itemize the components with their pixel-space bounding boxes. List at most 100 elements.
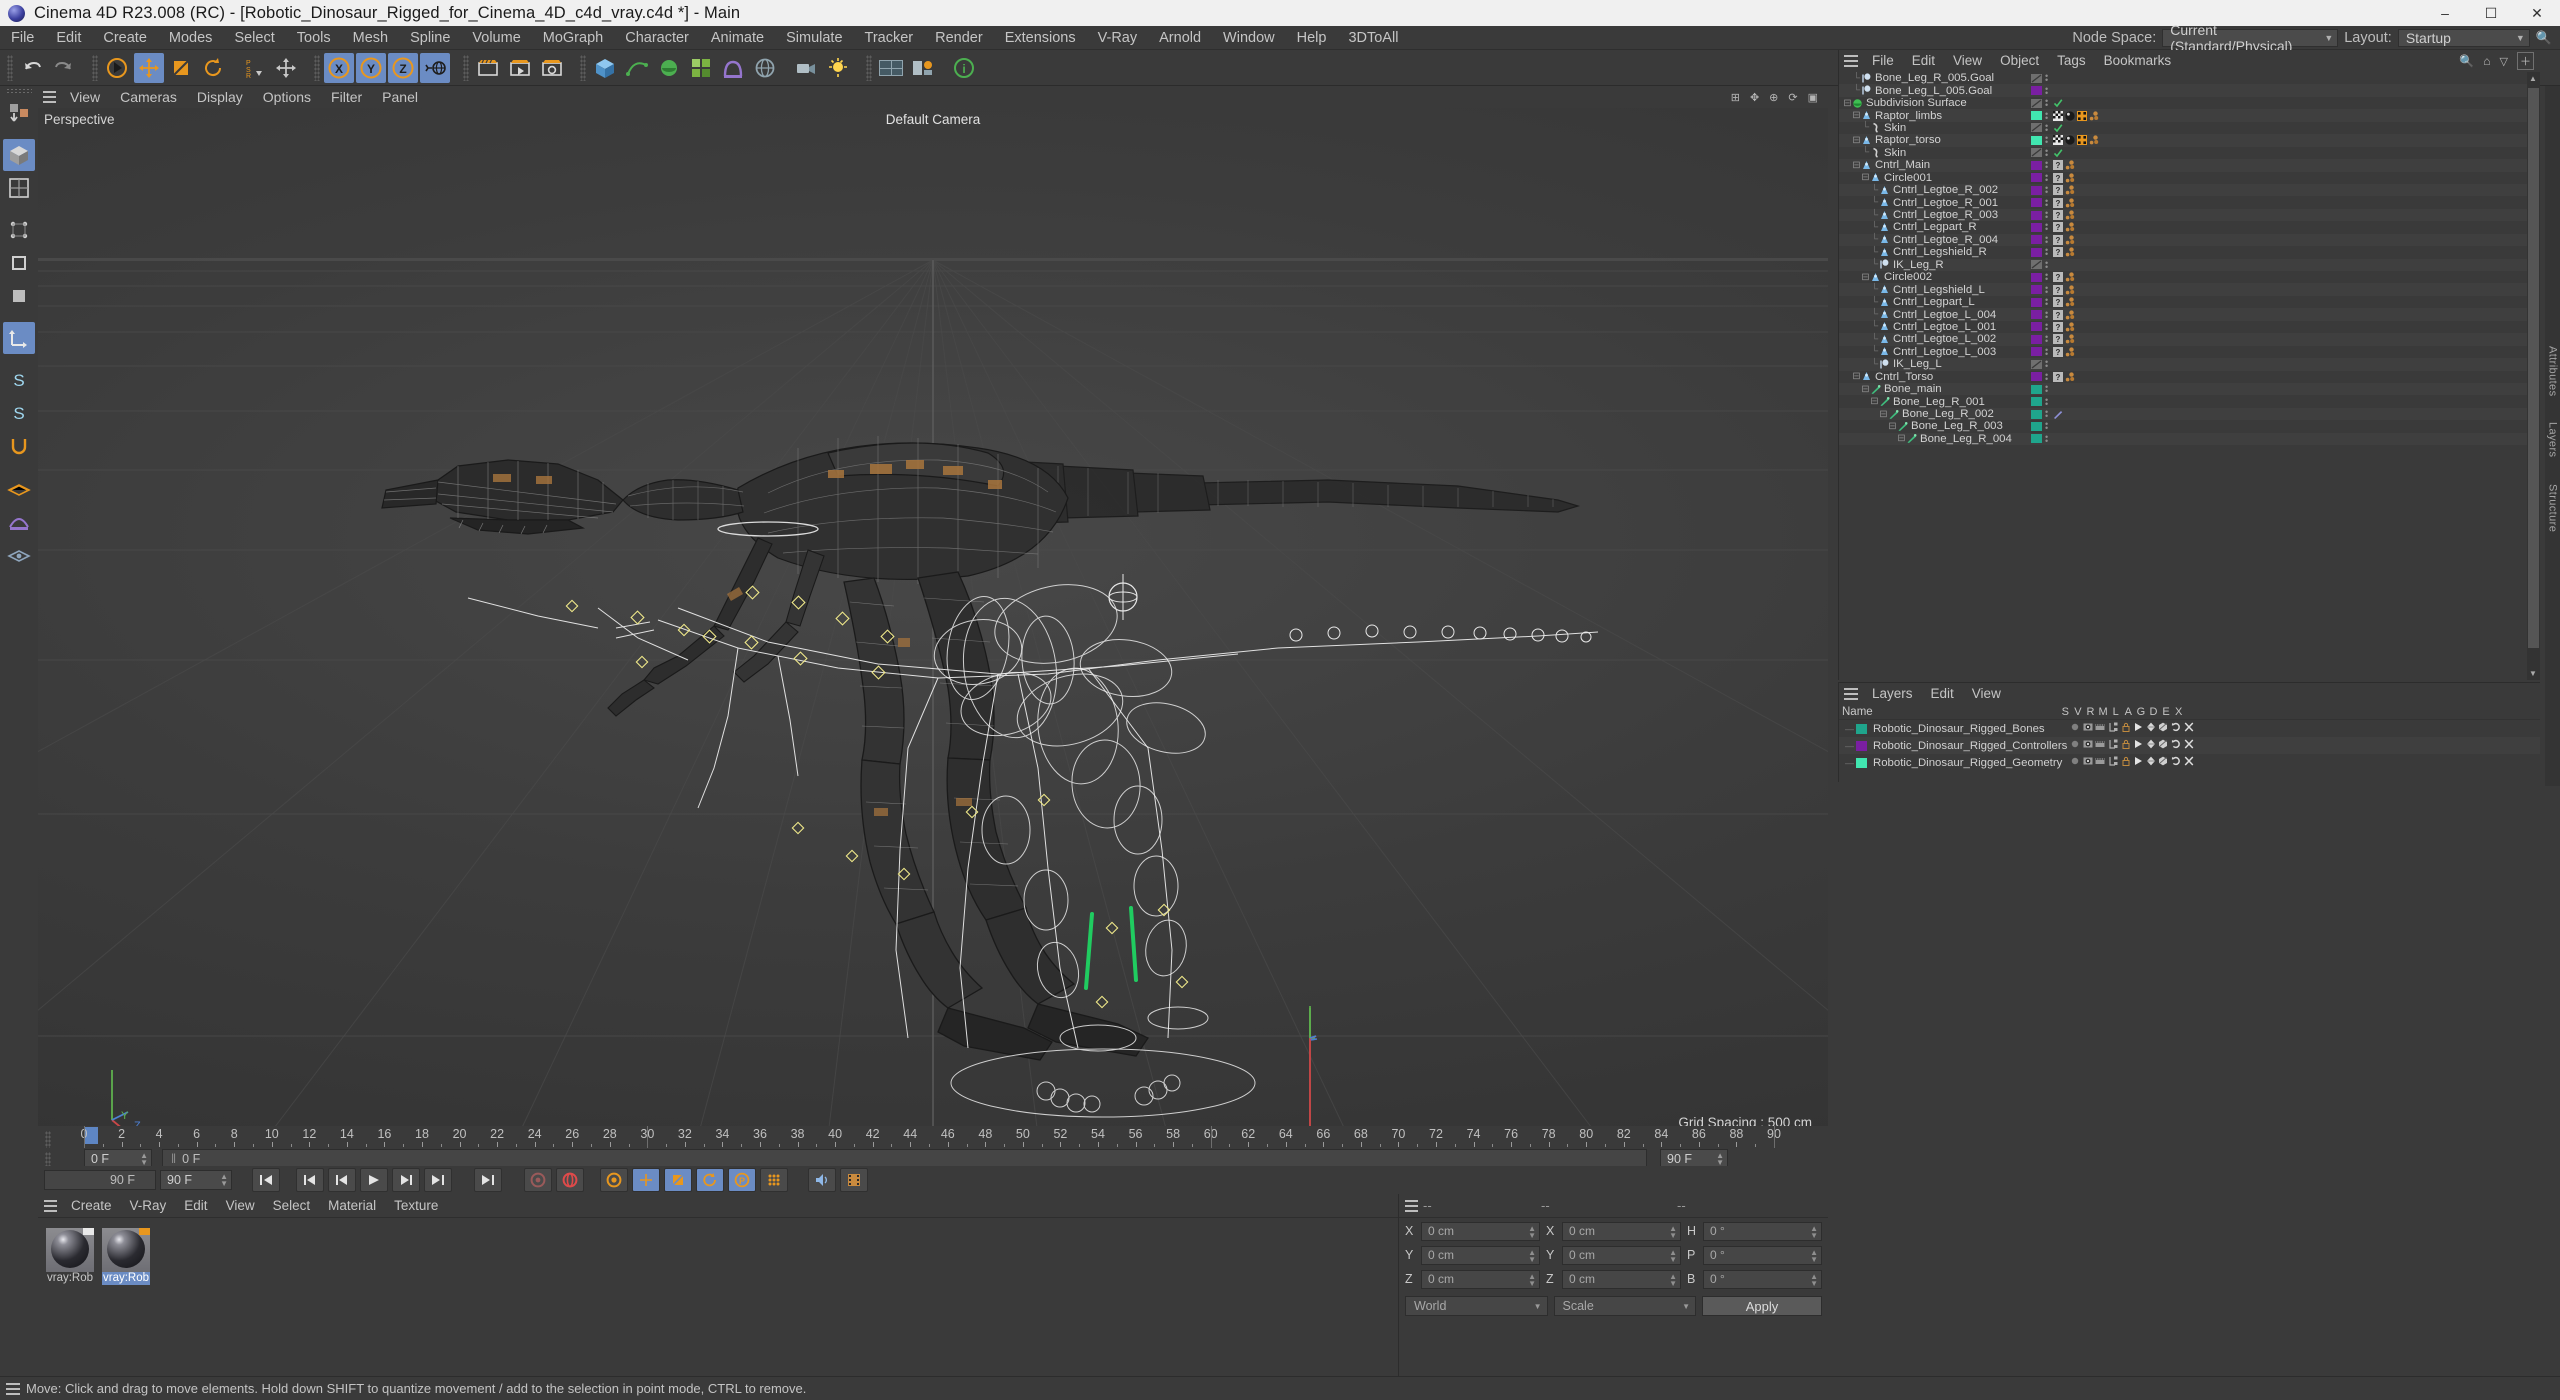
- key-scale-button[interactable]: [664, 1168, 692, 1192]
- object-row[interactable]: ⊟ Raptor_torso • •: [1839, 134, 2527, 147]
- tag-phong[interactable]: [2065, 334, 2075, 344]
- tag-phong[interactable]: [2089, 135, 2099, 145]
- viewport-single-view-icon[interactable]: ⊞: [1731, 91, 1740, 104]
- object-visibility-dots[interactable]: • •: [2045, 296, 2048, 309]
- render-region-button[interactable]: [505, 53, 535, 83]
- close-button[interactable]: ✕: [2514, 0, 2560, 26]
- menu-item-render[interactable]: Render: [924, 26, 994, 50]
- object-visibility-dots[interactable]: • •: [2045, 333, 2048, 346]
- tag-ik[interactable]: [2053, 409, 2063, 420]
- object-layer-swatch[interactable]: [2031, 98, 2042, 108]
- right-tab-structure[interactable]: Structure: [2547, 484, 2559, 532]
- object-visibility-dots[interactable]: • •: [2045, 159, 2048, 172]
- object-row[interactable]: ⊟ Cntrl_Main • •?: [1839, 159, 2527, 172]
- object-layer-swatch[interactable]: [2031, 272, 2042, 282]
- object-visibility-dots[interactable]: • •: [2045, 146, 2048, 159]
- tree-expander-icon[interactable]: └: [1870, 197, 1879, 208]
- spinner-icon[interactable]: ▲ ▼: [1810, 1248, 1818, 1263]
- object-row[interactable]: ⊟ Bone_Leg_R_001 • •: [1839, 395, 2527, 408]
- object-layer-swatch[interactable]: [2031, 310, 2042, 320]
- layer-toggle-E[interactable]: [2170, 756, 2183, 769]
- node-space-dropdown[interactable]: Current (Standard/Physical) ▼: [2162, 22, 2339, 54]
- tree-expander-icon[interactable]: ⊟: [1852, 371, 1861, 382]
- tag-phong[interactable]: [2065, 322, 2075, 332]
- object-layer-swatch[interactable]: [2031, 222, 2042, 232]
- key-parameter-button[interactable]: P: [728, 1168, 756, 1192]
- object-row[interactable]: ⊟ Circle001 • •?: [1839, 171, 2527, 184]
- play-button[interactable]: [360, 1168, 388, 1192]
- layer-menu-layers[interactable]: Layers: [1863, 683, 1922, 705]
- rotation-p-input[interactable]: 0 ° ▲ ▼: [1703, 1245, 1822, 1265]
- psr-button[interactable]: PSR: [239, 53, 269, 83]
- object-visibility-dots[interactable]: • •: [2045, 383, 2048, 396]
- object-visibility-dots[interactable]: • •: [2045, 171, 2048, 184]
- layer-color-swatch[interactable]: [1856, 723, 1867, 734]
- tree-expander-icon[interactable]: ⊟: [1852, 110, 1861, 121]
- object-visibility-dots[interactable]: • •: [2045, 109, 2048, 122]
- right-tab-layers[interactable]: Layers: [2547, 422, 2559, 457]
- enable-axis-button[interactable]: S: [3, 397, 35, 429]
- tag-phong[interactable]: [2065, 210, 2075, 220]
- tag-phong[interactable]: [2065, 173, 2075, 183]
- object-visibility-dots[interactable]: • •: [2045, 97, 2048, 110]
- layer-toggle-L[interactable]: [2119, 722, 2132, 735]
- object-layer-swatch[interactable]: [2031, 384, 2042, 394]
- object-layer-swatch[interactable]: [2031, 421, 2042, 431]
- menu-item-edit[interactable]: Edit: [45, 26, 92, 50]
- undo-button[interactable]: [17, 53, 47, 83]
- toolbar-grip[interactable]: [580, 54, 586, 81]
- layer-toggle-G[interactable]: [2145, 722, 2158, 735]
- array-modeling-button[interactable]: [686, 53, 716, 83]
- tree-expander-icon[interactable]: ⊟: [1861, 172, 1870, 183]
- polygons-mode-button[interactable]: [3, 280, 35, 312]
- material-menu-icon[interactable]: [38, 1199, 62, 1212]
- timeline-ruler[interactable]: 0246810121416182022242628303234363840424…: [38, 1126, 1828, 1170]
- play-sound-button[interactable]: [808, 1168, 836, 1192]
- tag-mat-b[interactable]: [2065, 110, 2075, 121]
- viewport-rotate-icon[interactable]: ⟳: [1788, 91, 1797, 104]
- object-layer-swatch[interactable]: [2031, 322, 2042, 332]
- viewport-maximize-icon[interactable]: ▣: [1808, 91, 1818, 104]
- y-axis-lock-button[interactable]: Y: [356, 52, 386, 83]
- layer-toggle-V[interactable]: [2082, 722, 2095, 735]
- object-row[interactable]: └ IK_Leg_L • •: [1839, 358, 2527, 371]
- viewport-menu-cameras[interactable]: Cameras: [110, 86, 187, 108]
- object-tree-scrollbar[interactable]: ▲ ▼: [2527, 72, 2540, 680]
- object-row[interactable]: ⊟ Bone_Leg_R_004 • •: [1839, 432, 2527, 445]
- layer-toggle-G[interactable]: [2145, 739, 2158, 752]
- viewport-menu-options[interactable]: Options: [253, 86, 321, 108]
- tag-phong[interactable]: [2065, 197, 2075, 208]
- viewport-menu-icon[interactable]: [38, 91, 60, 103]
- live-selection-button[interactable]: [102, 53, 132, 83]
- tree-expander-icon[interactable]: └: [1852, 85, 1861, 96]
- timeline-filmstrip-button[interactable]: [840, 1168, 868, 1192]
- object-visibility-dots[interactable]: • •: [2045, 134, 2048, 147]
- menu-item-3dtoall[interactable]: 3DToAll: [1337, 26, 1409, 50]
- object-layer-swatch[interactable]: [2031, 247, 2042, 257]
- object-layer-swatch[interactable]: [2031, 334, 2042, 344]
- object-layer-swatch[interactable]: [2031, 185, 2042, 195]
- menu-item-file[interactable]: File: [0, 26, 45, 50]
- menu-item-mesh[interactable]: Mesh: [342, 26, 399, 50]
- tag-question[interactable]: ?: [2053, 197, 2063, 208]
- object-row[interactable]: ⊟ Bone_main • •: [1839, 383, 2527, 396]
- layer-toggle-V[interactable]: [2082, 756, 2095, 769]
- tree-expander-icon[interactable]: ⊟: [1852, 160, 1861, 171]
- material-menu-v-ray[interactable]: V-Ray: [121, 1194, 176, 1218]
- object-row[interactable]: ⊟ Bone_Leg_R_002 • •: [1839, 408, 2527, 421]
- menu-item-modes[interactable]: Modes: [158, 26, 224, 50]
- object-row[interactable]: └ Cntrl_Legpart_L • •?: [1839, 296, 2527, 309]
- material-preview[interactable]: [46, 1228, 94, 1272]
- layer-toggle-R[interactable]: [2094, 756, 2107, 769]
- go-to-start-button[interactable]: [252, 1168, 280, 1192]
- maximize-button[interactable]: ☐: [2468, 0, 2514, 26]
- spinner-icon[interactable]: ▲ ▼: [1716, 1152, 1724, 1167]
- size-z-input[interactable]: 0 cm ▲ ▼: [1562, 1269, 1681, 1289]
- material-preview[interactable]: [102, 1228, 150, 1272]
- object-layer-swatch[interactable]: [2031, 73, 2042, 83]
- material-menu-texture[interactable]: Texture: [385, 1194, 447, 1218]
- spinner-icon[interactable]: ▲ ▼: [1669, 1248, 1677, 1263]
- points-mode-button[interactable]: [3, 214, 35, 246]
- layout-dropdown[interactable]: Startup ▼: [2397, 28, 2530, 47]
- object-row[interactable]: └ Cntrl_Legtoe_R_003 • •?: [1839, 209, 2527, 222]
